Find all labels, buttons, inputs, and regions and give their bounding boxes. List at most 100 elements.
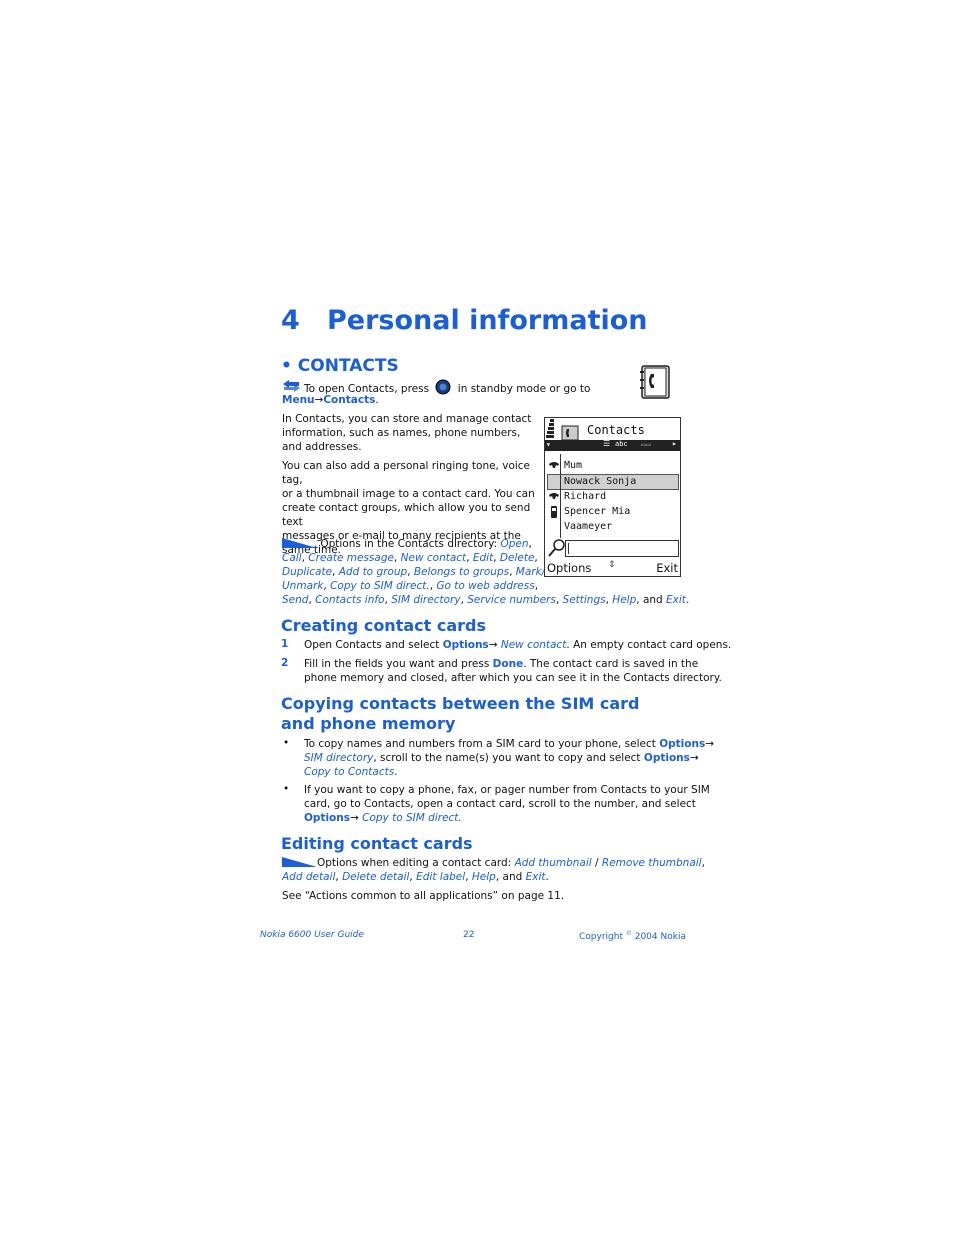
step-2: Fill in the fields you want and press Do… xyxy=(304,657,722,685)
input-mode: abc xyxy=(615,440,628,448)
option-item: Open xyxy=(500,538,529,550)
shortcut-text-after: in standby mode or go to xyxy=(457,383,591,395)
contacts-intro-paragraph: In Contacts, you can store and manage co… xyxy=(282,412,532,454)
arrow: → xyxy=(689,752,699,764)
option-item: Remove thumbnail xyxy=(601,857,702,869)
contact-row-selected: Nowack Sonja xyxy=(547,474,679,490)
copy-bullet-1: To copy names and numbers from a SIM car… xyxy=(304,737,714,779)
editing-options-paragraph: Options when editing a contact card: Add… xyxy=(282,856,705,883)
step-number: 1 xyxy=(281,638,289,650)
step-text: Open Contacts and select xyxy=(304,639,440,651)
chapter-number: 4 xyxy=(281,305,300,336)
arrow: → xyxy=(488,639,498,651)
section-heading-creating: Creating contact cards xyxy=(281,616,486,635)
option-item: Send xyxy=(282,594,309,606)
text-line: and addresses. xyxy=(282,441,362,453)
new-contact-keyword: New contact xyxy=(500,639,567,651)
options-keyword: Options xyxy=(304,812,350,824)
option-item: Go to web address xyxy=(436,580,535,592)
step-number: 2 xyxy=(281,657,289,669)
options-pointer-icon xyxy=(282,856,317,868)
period: . xyxy=(394,766,398,778)
see-also-text: See “Actions common to all applications”… xyxy=(282,890,565,902)
option-item: Help xyxy=(612,594,637,606)
signal-strength-icon xyxy=(546,419,554,438)
option-item: Add to group xyxy=(338,566,408,578)
step-text: . An empty contact card opens. xyxy=(566,639,732,651)
contact-row: Mum xyxy=(564,460,583,471)
search-input xyxy=(565,540,679,557)
option-item: Exit xyxy=(666,594,686,606)
step-text: . The contact card is saved in the xyxy=(523,658,699,670)
copyright-symbol: © xyxy=(625,930,632,937)
option-item: Create message xyxy=(308,552,394,564)
and-word: and xyxy=(642,594,663,606)
option-item: SIM directory xyxy=(391,594,461,606)
contact-row: Richard xyxy=(564,491,607,502)
option-item: Call xyxy=(282,552,302,564)
footer-guide-title: Nokia 6600 User Guide xyxy=(260,930,364,940)
mobile-phone-icon xyxy=(551,506,557,518)
option-item: Delete xyxy=(499,552,535,564)
step-text: phone memory and closed, after which you… xyxy=(304,672,722,684)
option-item: New contact xyxy=(400,552,467,564)
copy-bullet-2: If you want to copy a phone, fax, or pag… xyxy=(304,783,710,825)
text-line: or a thumbnail image to a contact card. … xyxy=(282,488,535,500)
footer-copyright: Copyright © 2004 Nokia xyxy=(579,930,686,942)
right-softkey: Exit xyxy=(656,561,678,575)
option-item: Add detail xyxy=(282,871,336,883)
phone-handset-icon xyxy=(549,462,559,468)
footer-page-number: 22 xyxy=(463,930,475,940)
contacts-options-paragraph: Options in the Contacts directory: Open,… xyxy=(282,538,690,606)
options-keyword: Options xyxy=(442,639,489,651)
heading-line: and phone memory xyxy=(281,714,456,733)
phone-tab-bar: ▾ ☰ abc ▭▭ ▸ xyxy=(545,439,680,451)
bullet-text: , scroll to the name(s) you want to copy… xyxy=(373,752,641,764)
search-icon xyxy=(548,539,565,557)
option-item: Service numbers xyxy=(467,594,556,606)
option-item: Delete detail xyxy=(342,871,410,883)
copyright-word: Copyright xyxy=(579,932,623,942)
heading-line: Copying contacts between the SIM card xyxy=(281,694,640,713)
shortcut-path: Menu→Contacts. xyxy=(282,393,379,407)
copyright-year: 2004 Nokia xyxy=(634,932,686,942)
option-item: Duplicate xyxy=(282,566,333,578)
options-intro: Options when editing a contact card: xyxy=(317,857,512,869)
option-item: Edit xyxy=(472,552,494,564)
tab-indicator: ▭▭ xyxy=(641,440,651,449)
bullet-icon: • xyxy=(283,783,290,795)
done-keyword: Done xyxy=(492,658,524,670)
arrow: → xyxy=(705,738,715,750)
step-1: Open Contacts and select Options→ New co… xyxy=(304,638,731,652)
copy-to-sim-keyword: Copy to SIM direct. xyxy=(362,812,462,824)
section-heading-editing: Editing contact cards xyxy=(281,834,473,853)
contacts-app-icon xyxy=(639,364,671,400)
section-heading-contacts: • CONTACTS xyxy=(281,356,399,376)
copy-to-contacts-keyword: Copy to Contacts xyxy=(304,766,395,778)
arrow: → xyxy=(350,812,359,824)
contacts-link: Contacts xyxy=(323,394,376,406)
option-item: Exit xyxy=(525,871,546,883)
bullet-text: card, go to Contacts, open a contact car… xyxy=(304,798,696,810)
contact-row: Spencer Mia xyxy=(564,506,631,517)
option-item: Unmark xyxy=(282,580,324,592)
scroll-arrows-icon: ⇕ xyxy=(608,560,616,570)
phone-title: Contacts xyxy=(587,423,645,437)
contact-row: Vaameyer xyxy=(564,521,613,532)
tab-right-arrow-icon: ▸ xyxy=(672,439,677,448)
option-item: Copy to SIM direct. xyxy=(330,580,430,592)
shortcut-arrows-icon xyxy=(282,379,301,393)
bullet-icon: • xyxy=(283,737,290,749)
option-item: Contacts info xyxy=(315,594,385,606)
options-keyword: Options xyxy=(659,738,706,750)
option-item: Edit label xyxy=(416,871,466,883)
left-softkey: Options xyxy=(547,561,592,575)
bullet-text: If you want to copy a phone, fax, or pag… xyxy=(304,784,710,796)
phone-title-bar: Contacts xyxy=(545,418,680,441)
tab-left-arrow-icon: ▾ xyxy=(546,440,551,449)
options-keyword: Options xyxy=(643,752,690,764)
period: . xyxy=(375,394,379,406)
slash: / xyxy=(595,857,599,869)
phone-screen-image: Contacts ▾ ☰ abc ▭▭ ▸ Mum Nowack Sonja R… xyxy=(544,417,681,577)
text-line: In Contacts, you can store and manage co… xyxy=(282,413,532,425)
